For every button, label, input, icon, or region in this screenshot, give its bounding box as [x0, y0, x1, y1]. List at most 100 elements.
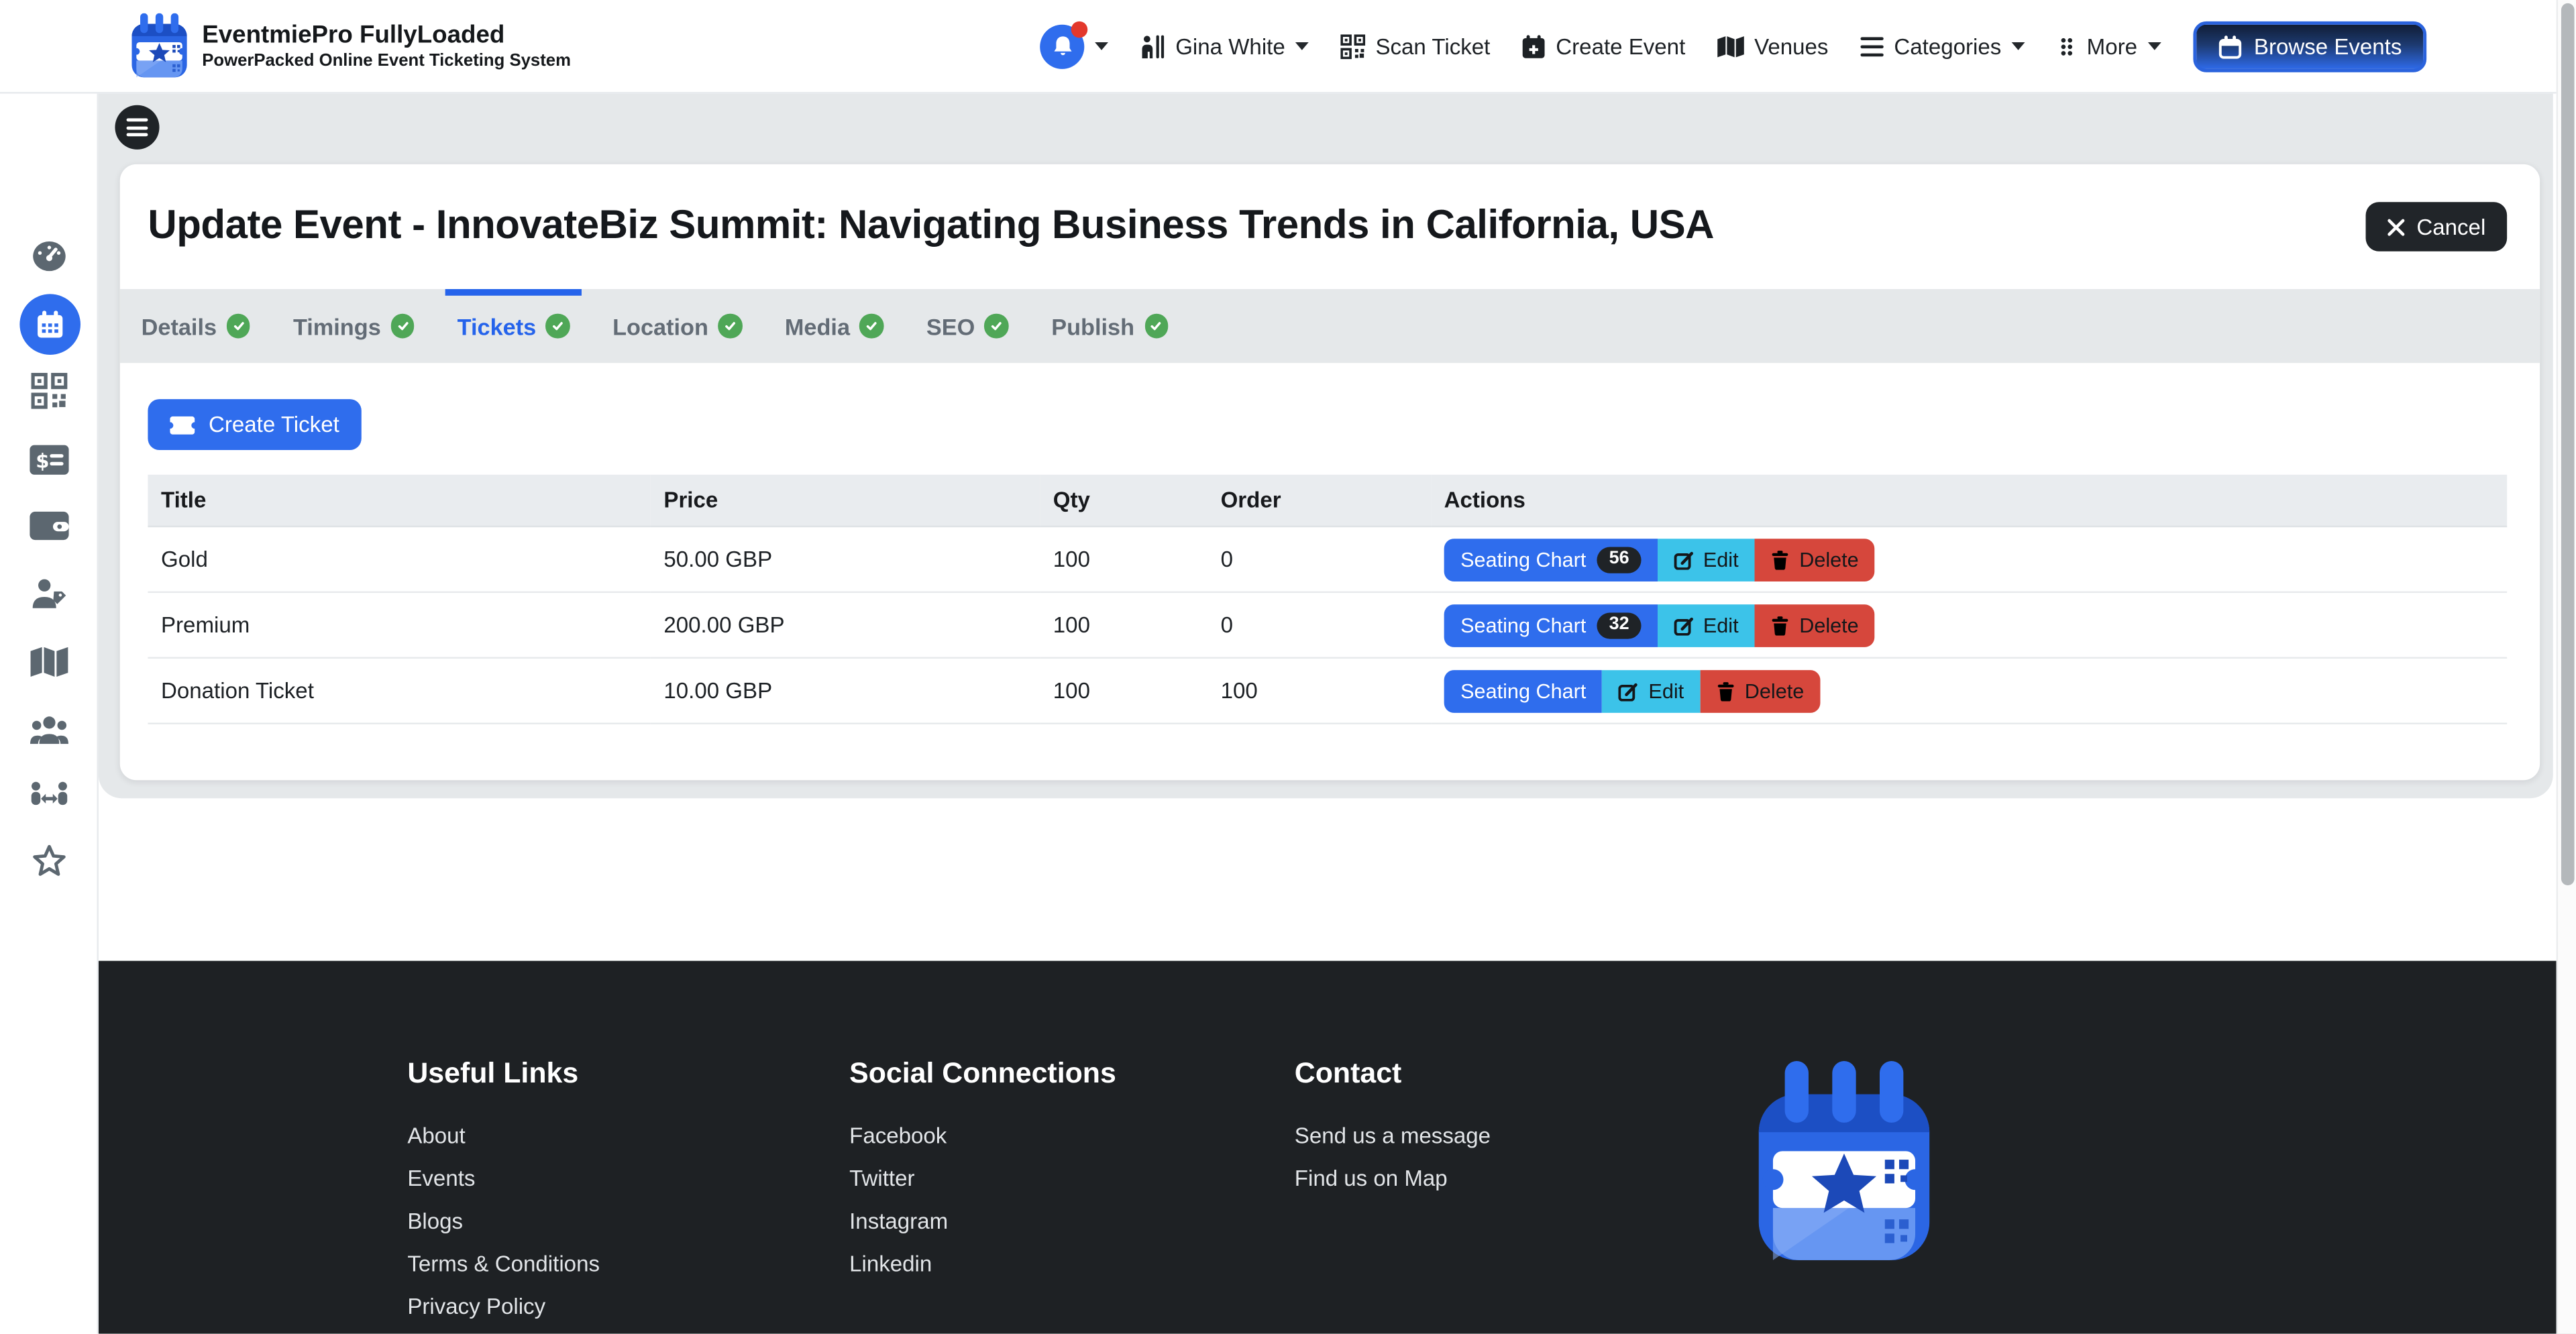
ticket-price: 50.00 GBP: [651, 526, 1040, 592]
brand[interactable]: EventmiePro FullyLoaded PowerPacked Onli…: [128, 12, 571, 79]
tab-tickets[interactable]: Tickets: [436, 289, 591, 363]
sidebar-toggle-button[interactable]: [115, 105, 159, 150]
qr-code-icon: [30, 373, 66, 409]
tab-publish[interactable]: Publish: [1030, 289, 1189, 363]
ticket-order: 0: [1208, 592, 1431, 658]
vertical-scrollbar: [2557, 0, 2576, 1334]
pen-square-icon: [1619, 681, 1638, 700]
footer-link-message[interactable]: Send us a message: [1295, 1123, 1491, 1148]
ticket-qty: 100: [1040, 592, 1208, 658]
sidebar-item-bookings[interactable]: [30, 575, 66, 611]
delete-button[interactable]: Delete: [1701, 669, 1821, 712]
seating-chart-button[interactable]: Seating Chart: [1444, 669, 1603, 712]
money-check-icon: [28, 443, 69, 476]
ticket-title: Gold: [148, 526, 650, 592]
check-circle-icon: [227, 314, 251, 338]
browse-events-button[interactable]: Browse Events: [2193, 21, 2426, 72]
bell-icon[interactable]: [1040, 24, 1085, 68]
table-row: Premium 200.00 GBP 100 0 Seating Chart 3…: [148, 592, 2507, 658]
tab-timings[interactable]: Timings: [272, 289, 436, 363]
chevron-down-icon: [2147, 41, 2162, 51]
sidebar-item-dashboard[interactable]: [30, 238, 66, 274]
sidebar-item-venues[interactable]: [29, 644, 68, 680]
col-actions: Actions: [1431, 475, 2507, 526]
tab-location[interactable]: Location: [591, 289, 763, 363]
hamburger-icon: [127, 119, 148, 122]
nav-categories[interactable]: Categories: [1860, 34, 2026, 58]
list-icon: [1860, 34, 1884, 58]
nav-create-event[interactable]: Create Event: [1521, 34, 1685, 58]
tab-media[interactable]: Media: [763, 289, 905, 363]
nav-scan-ticket[interactable]: Scan Ticket: [1341, 34, 1490, 58]
check-circle-icon: [985, 314, 1009, 338]
footer-link-terms[interactable]: Terms & Conditions: [407, 1252, 600, 1276]
trash-icon: [1717, 681, 1735, 700]
calendar-plus-icon: [1521, 34, 1546, 58]
col-title: Title: [148, 475, 650, 526]
table-row: Gold 50.00 GBP 100 0 Seating Chart 56: [148, 526, 2507, 592]
create-ticket-button[interactable]: Create Ticket: [148, 399, 360, 450]
tab-seo[interactable]: SEO: [905, 289, 1030, 363]
brand-logo-icon: [128, 12, 191, 79]
delete-button[interactable]: Delete: [1755, 538, 1875, 581]
sidebar-item-payouts[interactable]: [28, 443, 69, 476]
notifications-button[interactable]: [1040, 24, 1110, 68]
brand-subtitle: PowerPacked Online Event Ticketing Syste…: [202, 50, 571, 72]
user-tag-icon: [30, 575, 66, 611]
pen-square-icon: [1674, 615, 1693, 634]
nav-venues[interactable]: Venues: [1717, 34, 1829, 58]
sidebar-item-attendees[interactable]: [29, 779, 68, 815]
pen-square-icon: [1674, 549, 1693, 569]
sidebar-item-scan[interactable]: [30, 373, 66, 409]
sidebar-item-wallet[interactable]: [28, 509, 69, 542]
footer-heading: Contact: [1295, 1056, 1402, 1091]
ticket-qty: 100: [1040, 526, 1208, 592]
user-menu[interactable]: Gina White: [1141, 34, 1310, 58]
seat-count-badge: 56: [1597, 546, 1640, 572]
scrollbar-thumb[interactable]: [2561, 3, 2575, 885]
nav-more[interactable]: More: [2057, 34, 2162, 58]
footer-link-privacy[interactable]: Privacy Policy: [407, 1294, 545, 1319]
footer-heading: Social Connections: [849, 1056, 1116, 1091]
ticket-price: 200.00 GBP: [651, 592, 1040, 658]
footer-link-blogs[interactable]: Blogs: [407, 1209, 463, 1233]
tab-details[interactable]: Details: [120, 289, 272, 363]
footer-link-map[interactable]: Find us on Map: [1295, 1166, 1448, 1191]
sidebar-item-events-active[interactable]: [19, 293, 80, 354]
chevron-down-icon: [1295, 41, 1309, 51]
grid-dots-icon: [2057, 34, 2077, 58]
ticket-icon: [169, 414, 195, 434]
trash-icon: [1772, 549, 1790, 569]
col-price: Price: [651, 475, 1040, 526]
tickets-table: Title Price Qty Order Actions Gold 50.00…: [148, 475, 2507, 724]
update-event-card: Update Event - InnovateBiz Summit: Navig…: [120, 164, 2540, 780]
footer-link-twitter[interactable]: Twitter: [849, 1166, 914, 1191]
footer-link-about[interactable]: About: [407, 1123, 465, 1148]
edit-button[interactable]: Edit: [1657, 604, 1755, 647]
footer-link-facebook[interactable]: Facebook: [849, 1123, 947, 1148]
ticket-price: 10.00 GBP: [651, 658, 1040, 724]
seating-chart-button[interactable]: Seating Chart 56: [1444, 538, 1658, 581]
chevron-down-icon: [1095, 41, 1110, 51]
map-icon: [1717, 34, 1745, 58]
top-navbar: EventmiePro FullyLoaded PowerPacked Onli…: [0, 0, 2576, 94]
edit-button[interactable]: Edit: [1657, 538, 1755, 581]
page-footer: Useful Links About Events Blogs Terms & …: [99, 961, 2576, 1334]
col-qty: Qty: [1040, 475, 1208, 526]
left-sidebar: [0, 94, 99, 1334]
delete-button[interactable]: Delete: [1755, 604, 1875, 647]
check-circle-icon: [1144, 314, 1169, 338]
sidebar-item-reviews[interactable]: [30, 842, 66, 879]
seating-chart-button[interactable]: Seating Chart 32: [1444, 604, 1658, 647]
footer-link-events[interactable]: Events: [407, 1166, 475, 1191]
wallet-icon: [28, 509, 69, 542]
footer-link-linkedin[interactable]: Linkedin: [849, 1252, 932, 1276]
ticket-title: Donation Ticket: [148, 658, 650, 724]
sidebar-item-customers[interactable]: [29, 711, 68, 747]
table-row: Donation Ticket 10.00 GBP 100 100 Seatin…: [148, 658, 2507, 724]
footer-logo-icon: [1737, 1061, 1952, 1270]
footer-link-instagram[interactable]: Instagram: [849, 1209, 948, 1233]
gauge-icon: [30, 238, 66, 274]
edit-button[interactable]: Edit: [1603, 669, 1701, 712]
cancel-button[interactable]: Cancel: [2365, 202, 2507, 251]
